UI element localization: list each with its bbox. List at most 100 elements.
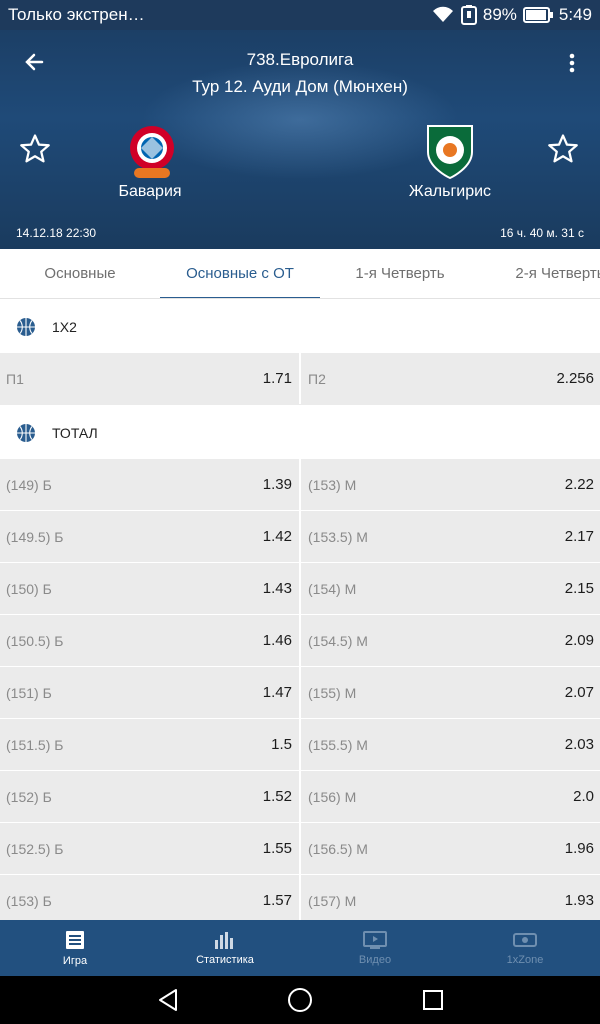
section-title: ТОТАЛ [52,424,98,441]
divider [299,459,301,510]
tab-quarter-1[interactable]: 1-я Четверть [320,249,480,298]
odds-cell-under[interactable]: (157) М 1.93 [302,875,600,926]
nav-statistics[interactable]: Статистика [150,920,300,976]
odds-label: (154.5) М [308,632,368,649]
home-team-name: Бавария [118,183,182,200]
odds-cell-over[interactable]: (153) Б 1.57 [0,875,298,926]
odds-row: (149) Б 1.39 (153) М 2.22 [0,459,600,511]
odds-cell-under[interactable]: (155.5) М 2.03 [302,719,600,770]
battery-saver-icon [460,5,477,25]
away-team-name: Жальгирис [408,183,492,200]
odds-label: (156.5) М [308,840,368,857]
odds-cell-away[interactable]: П2 2.256 [302,353,600,404]
round-venue: Тур 12. Ауди Дом (Мюнхен) [192,77,408,96]
odds-cell-under[interactable]: (155) М 2.07 [302,667,600,718]
nav-1xzone[interactable]: 1xZone [450,920,600,976]
divider [299,563,301,614]
odds-value: 1.42 [262,528,292,545]
odds-cell-under[interactable]: (154.5) М 2.09 [302,615,600,666]
nav-label: Статистика [196,954,254,966]
odds-label: (153) М [308,476,357,493]
odds-cell-over[interactable]: (151) Б 1.47 [0,667,298,718]
match-datetime: 14.12.18 22:30 [16,226,97,240]
home-circle-icon[interactable] [286,986,314,1014]
nav-label: 1xZone [506,954,544,966]
odds-label: (156) М [308,788,357,805]
bayern-logo-icon [122,122,182,182]
system-navigation-bar [0,976,600,1024]
league-title: 738.Евролига [246,50,354,69]
divider [299,615,301,666]
odds-label: П2 [308,370,326,387]
tab-main-with-ot[interactable]: Основные с ОТ [160,249,320,298]
zalgiris-logo-icon [420,122,480,182]
odds-value: 2.22 [564,476,594,493]
odds-value: 1.55 [262,840,292,857]
divider [299,719,301,770]
odds-cell-under[interactable]: (153.5) М 2.17 [302,511,600,562]
odds-row: (150.5) Б 1.46 (154.5) М 2.09 [0,615,600,667]
odds-value: 1.47 [262,684,292,701]
nav-game[interactable]: Игра [0,920,150,976]
odds-value: 1.93 [564,892,594,909]
odds-label: (151.5) Б [6,736,64,753]
odds-cell-under[interactable]: (156.5) М 1.96 [302,823,600,874]
odds-label: (153.5) М [308,528,368,545]
odds-row: (151) Б 1.47 (155) М 2.07 [0,667,600,719]
odds-cell-under[interactable]: (156) М 2.0 [302,771,600,822]
back-triangle-icon[interactable] [154,986,182,1014]
odds-cell-under[interactable]: (153) М 2.22 [302,459,600,510]
odds-cell-under[interactable]: (154) М 2.15 [302,563,600,614]
odds-label: (152) Б [6,788,52,805]
odds-value: 2.03 [564,736,594,753]
odds-cell-over[interactable]: (152) Б 1.52 [0,771,298,822]
odds-cell-home[interactable]: П1 1.71 [0,353,298,404]
statistics-icon [213,930,237,950]
wifi-icon [431,6,455,24]
odds-value: 2.0 [573,788,594,805]
battery-percent: 89% [482,5,517,24]
odds-value: 2.17 [564,528,594,545]
odds-cell-over[interactable]: (151.5) Б 1.5 [0,719,298,770]
odds-value: 2.256 [556,370,594,387]
odds-value: 1.39 [262,476,292,493]
divider [299,771,301,822]
odds-cell-over[interactable]: (149) Б 1.39 [0,459,298,510]
favorite-away-star-icon[interactable] [546,132,580,166]
odds-row: (152) Б 1.52 (156) М 2.0 [0,771,600,823]
recents-square-icon[interactable] [419,986,447,1014]
divider [299,667,301,718]
basketball-icon [16,317,36,337]
odds-cell-over[interactable]: (150) Б 1.43 [0,563,298,614]
odds-value: 1.5 [271,736,292,753]
odds-label: (152.5) Б [6,840,64,857]
odds-label: (150) Б [6,580,52,597]
odds-row: (151.5) Б 1.5 (155.5) М 2.03 [0,719,600,771]
basketball-icon [16,423,36,443]
favorite-home-star-icon[interactable] [18,132,52,166]
odds-value: 1.96 [564,840,594,857]
odds-row: (149.5) Б 1.42 (153.5) М 2.17 [0,511,600,563]
odds-label: П1 [6,370,24,387]
section-title: 1X2 [52,318,77,335]
odds-row: (150) Б 1.43 (154) М 2.15 [0,563,600,615]
divider [299,353,301,404]
odds-row: (152.5) Б 1.55 (156.5) М 1.96 [0,823,600,875]
odds-cell-over[interactable]: (150.5) Б 1.46 [0,615,298,666]
video-icon [362,930,388,950]
odds-label: (151) Б [6,684,52,701]
odds-value: 1.57 [262,892,292,909]
odds-cell-over[interactable]: (152.5) Б 1.55 [0,823,298,874]
status-notification: Только экстрен… [8,5,145,24]
section-total-header[interactable]: ТОТАЛ [0,406,600,459]
section-1x2-header[interactable]: 1X2 [0,300,600,353]
tab-quarter-2[interactable]: 2-я Четверть [480,249,600,298]
odds-value: 2.07 [564,684,594,701]
tab-main[interactable]: Основные [0,249,160,298]
odds-value: 2.09 [564,632,594,649]
odds-label: (155) М [308,684,357,701]
odds-cell-over[interactable]: (149.5) Б 1.42 [0,511,298,562]
odds-label: (155.5) М [308,736,368,753]
nav-video[interactable]: Видео [300,920,450,976]
nav-label: Игра [62,955,88,967]
